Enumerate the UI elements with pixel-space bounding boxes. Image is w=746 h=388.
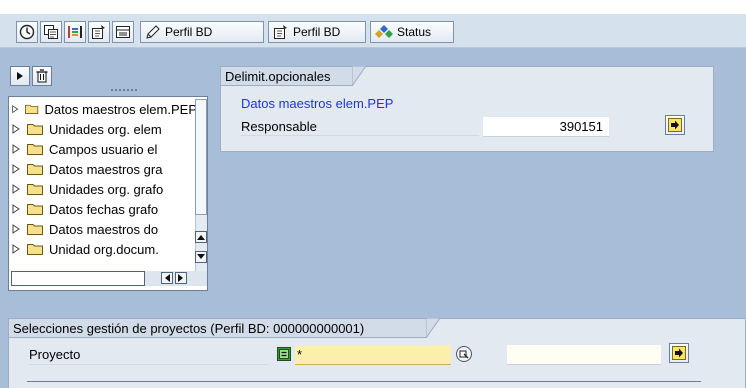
expand-button[interactable] bbox=[10, 66, 30, 86]
title-strip bbox=[0, 0, 746, 14]
profile-button[interactable]: Perfil BD bbox=[268, 21, 366, 43]
tree-item-label: Datos fechas grafo bbox=[49, 201, 159, 217]
expand-triangle-icon[interactable] bbox=[11, 184, 21, 194]
get-variant-button[interactable] bbox=[88, 21, 110, 43]
arrow-right-icon bbox=[672, 346, 686, 360]
scroll-left-button[interactable] bbox=[161, 272, 173, 284]
copy-button[interactable] bbox=[40, 21, 62, 43]
trash-icon bbox=[36, 69, 48, 83]
tree-item[interactable]: Datos maestros gra bbox=[11, 159, 197, 179]
folder-icon bbox=[27, 204, 43, 215]
tree-item-label: Unidad org.docum. bbox=[49, 241, 159, 257]
arrow-right-icon bbox=[668, 118, 682, 132]
proyecto-label: Proyecto bbox=[29, 347, 81, 362]
delete-button[interactable] bbox=[32, 66, 52, 86]
print-icon bbox=[116, 26, 130, 38]
expand-triangle-icon[interactable] bbox=[11, 244, 21, 254]
tree-item[interactable]: Unidades org. grafo bbox=[11, 179, 197, 199]
optional-limits-group: Delimit.opcionales Datos maestros elem.P… bbox=[220, 66, 714, 152]
scroll-right-button[interactable] bbox=[175, 272, 187, 284]
folder-icon bbox=[27, 244, 43, 255]
variant-icon bbox=[92, 25, 105, 39]
folder-icon bbox=[27, 164, 43, 175]
selection-tree: Datos maestros elem.PEP Unidades org. el… bbox=[8, 96, 208, 291]
arrow-down-icon bbox=[197, 254, 205, 259]
expand-triangle-icon[interactable] bbox=[11, 104, 19, 114]
equals-option-icon bbox=[279, 349, 289, 359]
splitter-grip[interactable] bbox=[111, 89, 137, 92]
tree-item[interactable]: Datos maestros do bbox=[11, 219, 197, 239]
execute-button[interactable] bbox=[16, 21, 38, 43]
status-icon bbox=[375, 25, 393, 38]
tree-item[interactable]: Campos usuario el bbox=[11, 139, 197, 159]
scroll-down-button[interactable] bbox=[195, 251, 207, 263]
label-underline bbox=[29, 364, 269, 365]
expand-triangle-icon[interactable] bbox=[11, 224, 21, 234]
tree-item[interactable]: Unidades org. elem bbox=[11, 119, 197, 139]
tab-slant bbox=[426, 318, 440, 338]
tree-item-label: Campos usuario el bbox=[49, 141, 158, 157]
tab-slant bbox=[352, 66, 366, 86]
tree-item-label: Datos maestros elem.PEP bbox=[44, 101, 197, 117]
vertical-scroll-thumb[interactable] bbox=[195, 99, 207, 215]
proyecto-to-input[interactable] bbox=[507, 345, 661, 365]
group-title: Delimit.opcionales bbox=[220, 66, 352, 86]
tree-item-label: Unidades org. grafo bbox=[49, 181, 164, 197]
arrow-right-icon bbox=[178, 274, 183, 282]
search-help-button[interactable] bbox=[456, 346, 472, 362]
multiple-selection-button[interactable] bbox=[665, 115, 685, 135]
color-bars-icon bbox=[68, 26, 82, 38]
expand-triangle-icon[interactable] bbox=[11, 144, 21, 154]
proyecto-input[interactable]: * bbox=[295, 345, 451, 365]
tree-item[interactable]: Datos maestros elem.PEP bbox=[11, 99, 197, 119]
arrow-left-icon bbox=[165, 274, 170, 282]
play-icon bbox=[17, 72, 23, 80]
folder-icon bbox=[27, 124, 43, 135]
arrow-up-icon bbox=[197, 235, 205, 240]
application-toolbar: Perfil BD Perfil BD Status bbox=[0, 14, 746, 48]
edit-profile-button[interactable]: Perfil BD bbox=[140, 21, 264, 43]
copy-icon bbox=[44, 25, 58, 39]
profile-label: Perfil BD bbox=[293, 25, 341, 39]
clock-execute-icon bbox=[19, 24, 35, 40]
status-label: Status bbox=[397, 25, 432, 39]
project-selections-group: Selecciones gestión de proyectos (Perfil… bbox=[8, 318, 746, 388]
edit-profile-label: Perfil BD bbox=[165, 25, 213, 39]
responsable-label: Responsable bbox=[241, 119, 317, 134]
lookup-icon bbox=[459, 350, 469, 359]
responsable-field[interactable]: 390151 bbox=[483, 117, 609, 137]
multiple-selection-button[interactable] bbox=[669, 343, 689, 363]
status-button[interactable]: Status bbox=[370, 21, 454, 43]
folder-icon bbox=[27, 184, 43, 195]
print-button[interactable] bbox=[112, 21, 134, 43]
horizontal-scroll-thumb[interactable] bbox=[11, 271, 145, 286]
separator-line bbox=[27, 381, 701, 382]
section-link[interactable]: Datos maestros elem.PEP bbox=[241, 96, 393, 111]
scroll-up-button[interactable] bbox=[195, 231, 207, 243]
tree-item[interactable]: Unidad org.docum. bbox=[11, 239, 197, 259]
tree-item-label: Datos maestros do bbox=[49, 221, 159, 237]
expand-triangle-icon[interactable] bbox=[11, 204, 21, 214]
tree-item-label: Datos maestros gra bbox=[49, 161, 163, 177]
expand-triangle-icon[interactable] bbox=[11, 164, 21, 174]
group-title: Selecciones gestión de proyectos (Perfil… bbox=[8, 318, 426, 338]
variant-icon bbox=[274, 25, 287, 39]
select-option-icon[interactable] bbox=[277, 347, 291, 361]
layout-button[interactable] bbox=[64, 21, 86, 43]
tree-item-label: Unidades org. elem bbox=[49, 121, 162, 137]
expand-triangle-icon[interactable] bbox=[11, 124, 21, 134]
folder-icon bbox=[27, 144, 43, 155]
folder-icon bbox=[27, 224, 43, 235]
folder-icon bbox=[25, 104, 39, 114]
tree-item[interactable]: Datos fechas grafo bbox=[11, 199, 197, 219]
label-underline bbox=[241, 135, 479, 136]
pencil-icon bbox=[146, 25, 160, 39]
horizontal-scrollbar[interactable] bbox=[11, 271, 207, 286]
